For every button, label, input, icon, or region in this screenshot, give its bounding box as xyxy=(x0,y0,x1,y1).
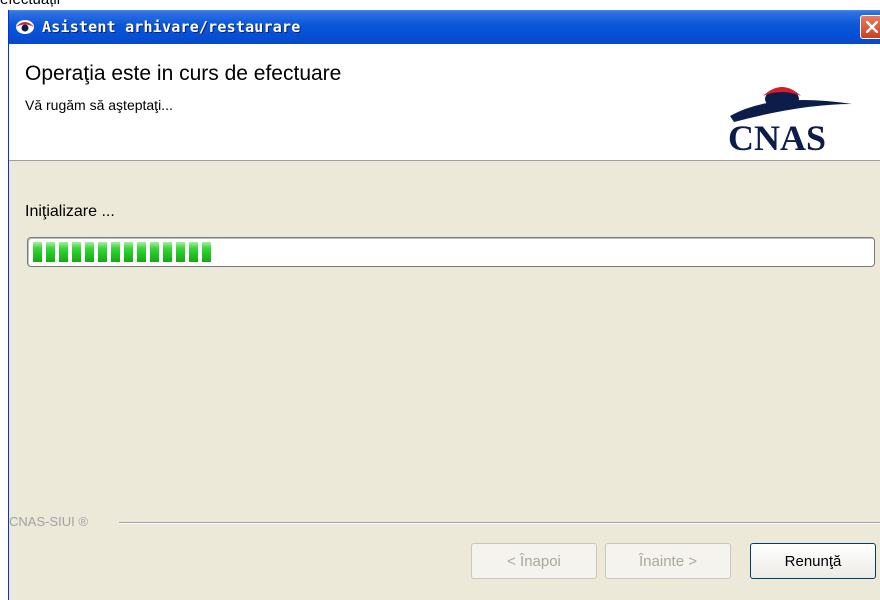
progress-block xyxy=(33,242,42,262)
progress-block xyxy=(72,242,81,262)
title-bar[interactable]: Asistent arhivare/restaurare xyxy=(9,10,880,44)
wizard-window: Asistent arhivare/restaurare Operaţia es… xyxy=(8,10,880,600)
cnas-logo: CNAS xyxy=(722,74,862,158)
progress-block xyxy=(202,242,211,262)
progress-block xyxy=(111,242,120,262)
close-button[interactable] xyxy=(860,15,880,39)
wizard-header: Operaţia este in curs de efectuare Vă ru… xyxy=(9,44,880,161)
cancel-button[interactable]: Renunţă xyxy=(750,543,876,579)
page-subtitle: Vă rugăm să aşteptaţi... xyxy=(25,97,173,113)
progress-block xyxy=(176,242,185,262)
close-icon xyxy=(866,21,878,33)
progress-fill xyxy=(33,242,215,262)
progress-bar xyxy=(27,237,875,267)
next-button[interactable]: Înainte > xyxy=(605,543,731,579)
progress-block xyxy=(150,242,159,262)
status-label: Iniţializare ... xyxy=(25,203,115,220)
progress-block xyxy=(189,242,198,262)
progress-block xyxy=(124,242,133,262)
footer-divider xyxy=(119,522,880,524)
window-title: Asistent arhivare/restaurare xyxy=(42,18,301,36)
progress-block xyxy=(59,242,68,262)
logo-text: CNAS xyxy=(728,118,826,154)
eye-icon[interactable] xyxy=(14,16,36,38)
progress-block xyxy=(163,242,172,262)
progress-block xyxy=(98,242,107,262)
progress-block xyxy=(46,242,55,262)
back-button[interactable]: < Înapoi xyxy=(471,543,597,579)
footer-brand: CNAS-SIUI ® xyxy=(9,514,88,529)
progress-block xyxy=(137,242,146,262)
background-caption: efectuații xyxy=(0,0,60,8)
progress-block xyxy=(85,242,94,262)
page-title: Operaţia este in curs de efectuare xyxy=(25,62,342,85)
